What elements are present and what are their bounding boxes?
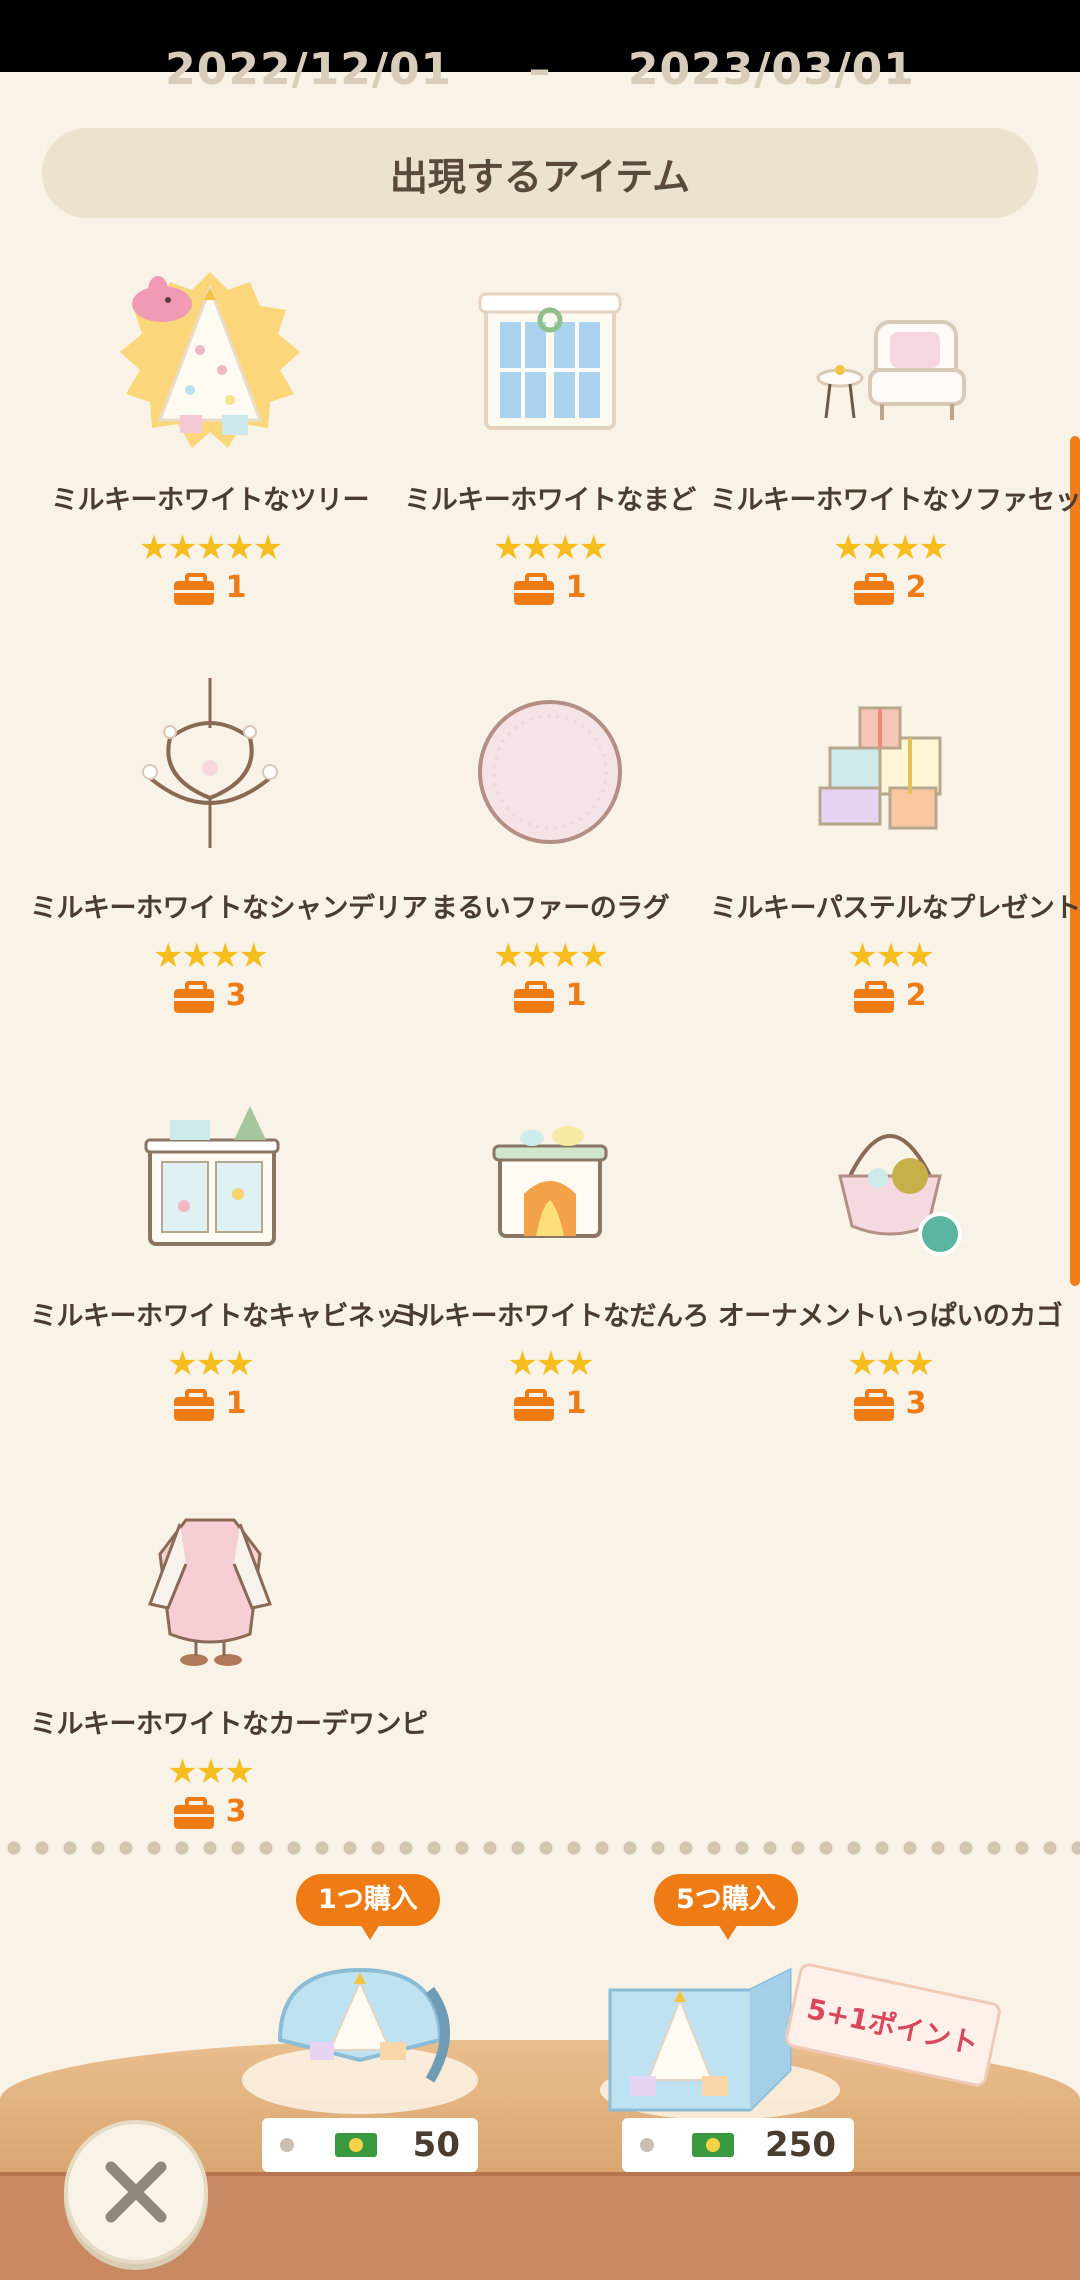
item-quantity-value: 1 [565,1386,587,1421]
item-quantity-value: 3 [225,1794,247,1829]
list-item[interactable]: ミルキーホワイトなシャンデリア ★★★★ 3 [30,648,428,1028]
item-name: ミルキーホワイトなツリー [51,485,370,516]
leaf-ticket-icon [691,2133,734,2157]
item-stars: ★★★★★ [138,528,283,568]
sofa-set-icon [816,320,966,420]
section-title: 出現するアイテム [42,128,1038,218]
list-item[interactable]: ミルキーホワイトなキャビネット ★★★ 1 [30,1056,428,1436]
list-item[interactable]: オーナメントいっぱいのカゴ ★★★ 3 [718,1056,1063,1436]
list-item[interactable]: ミルキーパステルなプレゼント ★★★ 2 [710,648,1080,1028]
buy-five-price[interactable]: 250 [622,2118,854,2172]
bag-icon [853,980,894,1013]
list-item[interactable]: ミルキーホワイトなだんろ ★★★ 1 [380,1056,720,1436]
buy-five-price-value: 250 [765,2125,836,2165]
window-icon [478,292,622,430]
item-quantity: 2 [720,570,1060,605]
bag-icon [513,1388,554,1421]
item-quantity-value: 1 [225,570,247,605]
item-quantity: 3 [720,1386,1060,1421]
bag-icon [513,572,554,605]
list-item[interactable]: ミルキーホワイトなまど ★★★★ 1 [380,240,720,620]
date-start: 2022/12/01 [165,44,453,90]
scrollbar[interactable] [1070,436,1080,1286]
item-stars: ★★★ [847,936,934,976]
chandelier-icon [142,678,278,848]
item-stars: ★★★ [167,1752,254,1792]
item-name: ミルキーパステルなプレゼント [710,893,1080,924]
item-stars: ★★★★ [493,528,609,568]
item-stars: ★★★★ [153,936,269,976]
list-item[interactable]: ミルキーホワイトなツリー ★★★★★ 1 [40,240,380,620]
item-quantity-value: 2 [905,570,927,605]
item-quantity: 1 [380,1386,720,1421]
close-button[interactable] [64,2120,208,2264]
leaf-ticket-icon [335,2133,378,2157]
date-end: 2023/03/01 [627,44,915,90]
list-item[interactable]: まるいファーのラグ ★★★★ 1 [380,648,720,1028]
cookie-slice-icon [242,1967,478,2114]
item-name: ミルキーホワイトなソファセット [710,485,1080,516]
item-stars: ★★★★ [493,936,609,976]
dot-icon [640,2138,654,2152]
item-quantity: 1 [380,570,720,605]
presents-icon [818,706,942,830]
item-quantity: 3 [40,1794,380,1829]
christmas-tree-icon [120,272,300,448]
bag-icon [173,980,214,1013]
item-stars: ★★★ [167,1344,254,1384]
item-name: ミルキーホワイトなだんろ [391,1301,710,1332]
item-name: ミルキーホワイトなキャビネット [30,1301,428,1332]
bag-icon [173,572,214,605]
buy-one-price[interactable]: 50 [262,2118,478,2172]
bag-icon [513,980,554,1013]
item-stars: ★★★ [507,1344,594,1384]
item-quantity: 1 [40,1386,380,1421]
dotted-divider [0,1838,1080,1858]
item-quantity-value: 2 [905,978,927,1013]
cardigan-dress-icon [147,1518,273,1666]
item-name: ミルキーホワイトなカーデワンピ [30,1709,428,1740]
item-quantity: 3 [40,978,380,1013]
item-name: ミルキーホワイトなまど [404,485,696,516]
item-name: まるいファーのラグ [430,893,670,924]
item-quantity-value: 1 [565,978,587,1013]
list-item[interactable]: ミルキーホワイトなカーデワンピ ★★★ 3 [30,1464,428,1844]
ornament-basket-icon [838,1134,962,1256]
item-stars: ★★★★ [833,528,949,568]
bag-icon [173,1796,214,1829]
bag-icon [853,572,894,605]
item-quantity: 1 [40,570,380,605]
item-quantity: 2 [720,978,1060,1013]
item-name: ミルキーホワイトなシャンデリア [30,893,428,924]
bag-icon [173,1388,214,1421]
close-icon [105,2161,167,2223]
buy-one-button[interactable] [230,1930,490,2130]
item-quantity-value: 3 [225,978,247,1013]
fireplace-icon [492,1126,608,1238]
item-stars: ★★★ [847,1344,934,1384]
event-period: 2022/12/01 – 2023/03/01 [0,40,1080,90]
round-rug-icon [478,700,622,844]
bag-icon [853,1388,894,1421]
item-quantity-value: 1 [225,1386,247,1421]
date-separator: – [528,44,552,90]
item-name: オーナメントいっぱいのカゴ [717,1301,1063,1332]
item-quantity: 1 [380,978,720,1013]
item-quantity-value: 1 [565,570,587,605]
buy-five-label: 5つ購入 [654,1874,798,1940]
buy-one-label: 1つ購入 [296,1874,440,1940]
buy-one-price-value: 50 [412,2125,460,2165]
list-item[interactable]: ミルキーホワイトなソファセット ★★★★ 2 [710,240,1080,620]
cabinet-icon [144,1106,280,1246]
item-quantity-value: 3 [905,1386,927,1421]
dot-icon [280,2138,294,2152]
